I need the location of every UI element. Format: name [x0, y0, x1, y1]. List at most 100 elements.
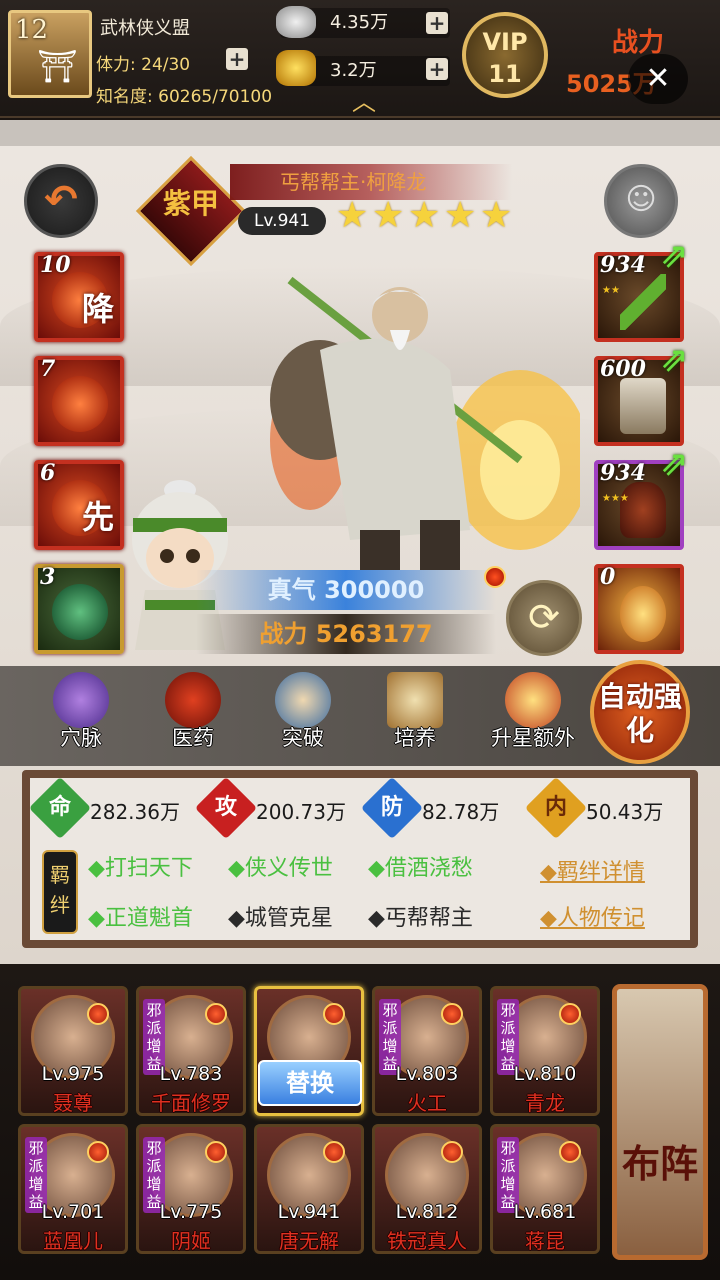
fate-item: ◆借酒浇愁 — [368, 856, 473, 881]
member-name: 千面修罗 — [151, 1091, 231, 1115]
player-level: 12 — [15, 15, 49, 45]
gold-ingot-icon — [276, 50, 316, 86]
fate-item: ◆丐帮帮主 — [368, 906, 473, 931]
player-level-badge[interactable]: 12 ⛩ — [8, 10, 92, 98]
member-level: Lv.975 — [41, 1063, 105, 1085]
func-medicine-button[interactable]: 医药 — [148, 672, 238, 762]
member-level: Lv.775 — [159, 1201, 223, 1223]
team-member-card[interactable]: 邪派增益 Lv.810 青龙 — [490, 986, 600, 1116]
member-name: 唐无解 — [279, 1229, 339, 1253]
equip-slot-4[interactable]: 0 — [594, 564, 684, 654]
treasure-icon — [505, 672, 561, 728]
skill-glyph: 降 — [81, 290, 114, 328]
team-member-card[interactable]: Lv.975 聂尊 — [18, 986, 128, 1116]
biography-link[interactable]: ◆人物传记 — [540, 900, 645, 932]
skill-art — [52, 376, 108, 432]
star-icon: ★ — [408, 195, 441, 236]
add-stamina-button[interactable]: + — [226, 48, 248, 70]
func-starup-button[interactable]: 升星额外 — [480, 672, 586, 762]
equip-count: 934 — [600, 460, 646, 486]
team-member-card[interactable]: 邪派增益 Lv.783 千面修罗 — [136, 986, 246, 1116]
member-name: 阴姬 — [171, 1229, 211, 1253]
fate-item: ◆城管克星 — [228, 906, 333, 931]
func-label: 突破 — [282, 726, 324, 750]
equip-count: 600 — [600, 356, 646, 382]
stat-glyph: 命 — [48, 795, 71, 820]
vip-label: VIP — [482, 28, 528, 56]
team-member-card[interactable]: 邪派增益 Lv.681 蒋昆 — [490, 1124, 600, 1254]
star-icon: ★ — [336, 195, 369, 236]
team-member-card[interactable]: Lv.941 唐无解 — [254, 1124, 364, 1254]
func-cultivate-button[interactable]: 培养 — [370, 672, 460, 762]
member-name: 聂尊 — [53, 1091, 93, 1115]
member-level: Lv.941 — [277, 1201, 341, 1223]
hero-level: Lv.941 — [238, 207, 326, 235]
close-button[interactable]: ✕ — [628, 54, 688, 104]
notification-dot — [87, 1003, 109, 1025]
upgrade-arrow-icon: ⇗ — [660, 236, 689, 276]
notification-dot — [559, 1141, 581, 1163]
bamboo-staff-icon — [620, 274, 666, 330]
upgrade-arrow-icon: ⇗ — [660, 444, 689, 484]
hero-title: 丐帮帮主·柯降龙 — [280, 170, 427, 194]
member-name: 蒋昆 — [525, 1229, 565, 1253]
defense-value: 82.78万 — [422, 800, 500, 824]
add-gold-button[interactable]: + — [426, 58, 448, 80]
scroll-icon — [387, 672, 443, 728]
swap-button[interactable]: 替换 — [258, 1060, 362, 1106]
hero-avatar-icon[interactable]: ☺ — [604, 164, 678, 238]
notification-dot — [205, 1003, 227, 1025]
member-level: Lv.812 — [395, 1201, 459, 1223]
member-level: Lv.681 — [513, 1201, 577, 1223]
skill-count: 7 — [40, 356, 56, 382]
member-level: Lv.701 — [41, 1201, 105, 1223]
hero-figure — [250, 260, 590, 580]
star-icon: ★ — [372, 195, 405, 236]
formation-button[interactable]: 布阵 — [612, 984, 708, 1260]
func-label: 升星额外 — [491, 726, 575, 750]
skill-slot-4[interactable]: 3 — [34, 564, 124, 654]
auto-enhance-button[interactable]: 自动强化 — [590, 660, 690, 764]
star-icon: ★ — [480, 195, 513, 236]
skill-glyph: 先 — [81, 498, 114, 536]
refresh-icon[interactable]: ⟳ — [506, 580, 582, 656]
func-breakthrough-button[interactable]: 突破 — [258, 672, 348, 762]
team-member-card[interactable]: 邪派增益 Lv.775 阴姬 — [136, 1124, 246, 1254]
add-silver-button[interactable]: + — [426, 12, 448, 34]
func-acupoint-button[interactable]: 穴脉 — [36, 672, 126, 762]
notification-dot — [87, 1141, 109, 1163]
fate-detail-link[interactable]: ◆羁绊详情 — [540, 854, 645, 886]
member-name: 火工 — [407, 1091, 447, 1115]
internal-icon: 内 — [524, 776, 588, 840]
stat-glyph: 防 — [380, 795, 403, 820]
zhenqi-bar: 真气 300000 — [196, 570, 496, 610]
chevron-up-icon[interactable]: ︿ — [352, 90, 376, 114]
team-member-card[interactable]: 邪派增益 Lv.803 火工 — [372, 986, 482, 1116]
guild-name: 武林侠义盟 — [100, 18, 190, 39]
golden-beast-icon — [620, 586, 666, 642]
pavilion-icon: ⛩ — [37, 47, 78, 85]
attack-value: 200.73万 — [256, 800, 346, 824]
skill-slot-3[interactable]: 6 先 — [34, 460, 124, 550]
vip-badge[interactable]: VIP 11 — [462, 12, 548, 98]
fate-item: ◆侠义传世 — [228, 856, 333, 881]
skill-count: 6 — [40, 460, 56, 486]
back-arrow-icon[interactable]: ↶ — [24, 164, 98, 238]
stat-glyph: 内 — [544, 795, 567, 820]
stamina-text: 体力: 24/30 — [96, 55, 191, 75]
skill-slot-1[interactable]: 10 降 — [34, 252, 124, 342]
team-member-card[interactable]: Lv.812 铁冠真人 — [372, 1124, 482, 1254]
hero-power-bar: 战力 5263177 — [196, 614, 496, 654]
defense-icon: 防 — [360, 776, 424, 840]
skill-slot-2[interactable]: 7 — [34, 356, 124, 446]
rank-text: 紫甲 — [162, 187, 219, 220]
member-name: 蓝凰儿 — [43, 1229, 103, 1253]
upgrade-arrow-icon: ⇗ — [660, 340, 689, 380]
fate-tag: 羁绊 — [42, 850, 78, 934]
equip-stars: ★★★ — [602, 493, 629, 504]
fate-item: ◆打扫天下 — [88, 856, 193, 881]
team-member-card[interactable]: 邪派增益 Lv.701 蓝凰儿 — [18, 1124, 128, 1254]
fame-text: 知名度: 60265/70100 — [96, 87, 273, 107]
scholar-icon — [275, 672, 331, 728]
formation-label: 布阵 — [621, 1142, 698, 1186]
